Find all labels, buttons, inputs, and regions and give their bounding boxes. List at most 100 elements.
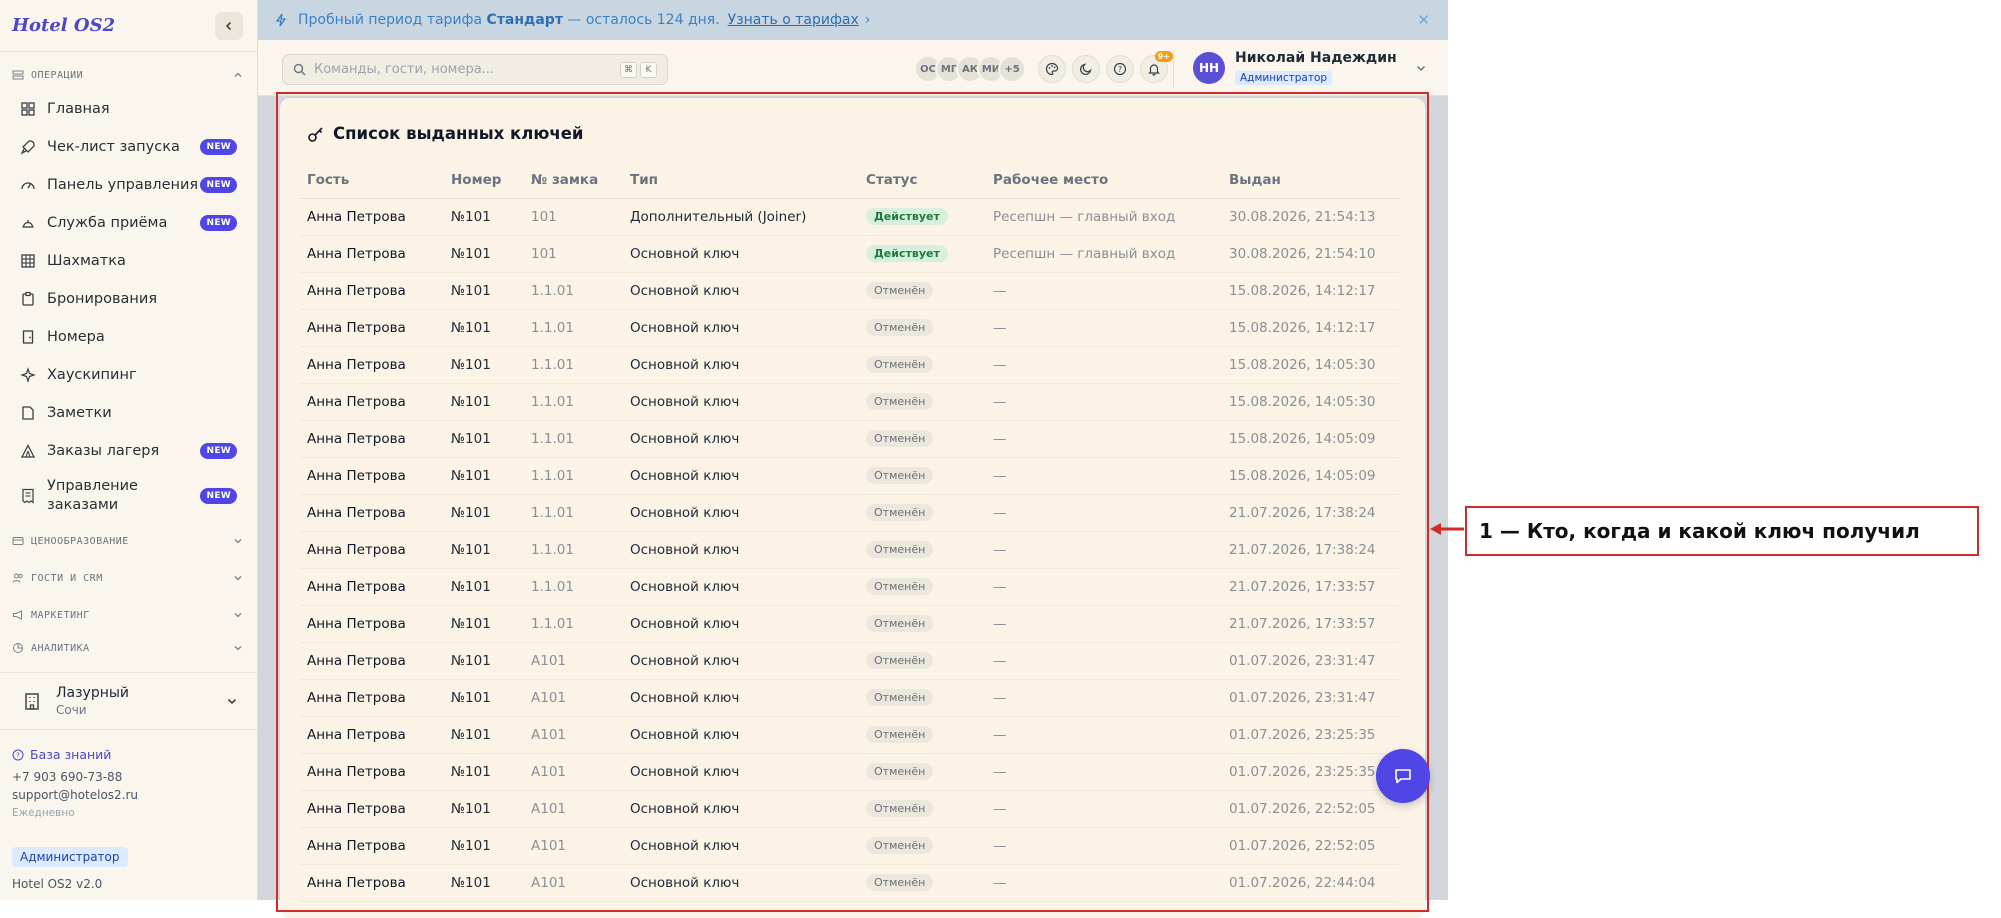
sidebar-item-launch-checklist[interactable]: Чек-лист запуска NEW [0,128,257,166]
chevron-down-icon [227,698,237,705]
users-icon [12,573,23,583]
sidebar-item-notes[interactable]: Заметки [0,394,257,432]
hotel-city: Сочи [56,703,87,717]
banner-plan: Стандарт [486,12,563,28]
rocket-icon [20,140,35,155]
sidebar-item-label: Чек-лист запуска [47,139,180,155]
kbd-cmd: ⌘ [620,62,637,78]
sidebar-item-label: Бронирования [47,291,158,307]
banner-suffix: — осталось 124 дня. [567,12,720,28]
chevron-down-icon [234,613,242,618]
annotation-callout: 1 — Кто, когда и какой ключ получил [1465,506,1979,556]
banner-prefix: Пробный период тарифа [298,12,483,28]
close-banner-button[interactable]: ✕ [1417,11,1430,29]
avatar: НН [1193,51,1225,84]
sidebar-item-rooms[interactable]: Номера [0,318,257,356]
section-guests-crm[interactable]: ГОСТИ И CRM [0,563,257,593]
theme-palette-button[interactable] [1038,55,1066,83]
new-badge: NEW [200,139,237,155]
divider [1173,50,1174,88]
gauge-icon [21,182,35,190]
highlight-frame [276,92,1429,912]
online-users: ОС МГ АК МИ +5 [914,55,1026,83]
sparkle-icon [20,367,36,383]
sidebar-item-front-desk[interactable]: Служба приёма NEW [0,204,257,242]
section-analytics[interactable]: АНАЛИТИКА [0,637,257,659]
new-badge: NEW [200,215,237,231]
more-users-count[interactable]: +5 [998,55,1026,83]
sidebar-item-label: Управление заказами [47,478,138,513]
section-label: ОПЕРАЦИИ [31,69,84,81]
notifications-count-badge: 9+ [1154,51,1173,62]
sidebar-item-control-panel[interactable]: Панель управления NEW [0,166,257,204]
section-label: АНАЛИТИКА [31,642,90,654]
chat-button[interactable] [1376,749,1430,803]
chevron-down-icon [1416,65,1425,71]
section-marketing[interactable]: МАРКЕТИНГ [0,600,257,630]
dashboard-icon [21,102,35,116]
support-hours: Ежедневно [12,807,75,819]
hotel-name: Лазурный [56,685,130,701]
tent-icon [20,444,36,458]
sidebar-item-label: Служба приёма [47,215,168,231]
new-badge: NEW [200,443,237,459]
collapse-sidebar-button[interactable] [215,11,243,40]
sidebar-item-bookings[interactable]: Бронирования [0,280,257,318]
support-email[interactable]: support@hotelos2.ru [12,786,138,804]
search-placeholder: Команды, гости, номера... [314,62,495,77]
svg-text:?: ? [16,752,20,760]
chevron-left-icon [225,21,232,30]
new-badge: NEW [200,488,237,504]
section-operations[interactable]: ОПЕРАЦИИ [0,60,257,90]
sidebar-item-order-management[interactable]: Управление заказами NEW [0,470,257,522]
kbd-k: K [640,62,657,78]
wallet-icon [12,537,24,545]
app-version: Hotel OS2 v2.0 [12,877,103,891]
notifications-button[interactable]: 9+ [1140,51,1173,83]
sidebar-item-label: Номера [47,329,105,345]
bell-icon [1148,64,1160,76]
user-menu[interactable]: НН Николай Надеждин Администратор [1193,50,1427,85]
section-label: ГОСТИ И CRM [31,572,103,584]
chevron-down-icon [234,646,242,651]
door-icon [22,330,34,344]
support-block: ? База знаний +7 903 690-73-88 support@h… [12,746,138,822]
help-button[interactable]: ? [1106,55,1134,83]
dark-mode-button[interactable] [1072,55,1100,83]
user-name: Николай Надеждин [1235,50,1397,66]
chevron-right-icon: › [864,12,871,28]
new-badge: NEW [200,177,237,193]
knowledge-base-link[interactable]: ? База знаний [12,746,138,764]
sidebar-item-camp-orders[interactable]: Заказы лагеря NEW [0,432,257,470]
section-label: ЦЕНООБРАЗОВАНИЕ [31,535,129,547]
sidebar-item-main[interactable]: Главная [0,90,257,128]
hotel-switcher[interactable]: Лазурный Сочи [0,672,258,730]
layers-icon [12,70,24,80]
chevron-down-icon [234,576,242,581]
section-label: МАРКЕТИНГ [31,609,90,621]
app-logo[interactable]: Hotel OS2 [12,15,115,36]
annotation-arrow [1430,523,1464,535]
help-circle-icon: ? [12,749,24,761]
section-pricing[interactable]: ЦЕНООБРАЗОВАНИЕ [0,526,257,556]
role-badge: Администратор [12,847,128,867]
lightning-icon [275,13,287,27]
bell-desk-icon [22,220,34,228]
brand-row: Hotel OS2 [0,0,257,52]
sidebar-item-label: Заказы лагеря [47,443,160,459]
sidebar-nav: Главная Чек-лист запуска NEW Панель управле… [0,90,257,522]
receipt-icon [22,488,34,504]
note-icon [22,406,34,420]
pricing-link[interactable]: Узнать о тарифах [728,12,859,28]
grid-icon [21,254,35,268]
chevron-up-icon [234,72,242,77]
moon-icon [1079,63,1092,76]
command-search[interactable]: Команды, гости, номера... ⌘ K [282,54,668,85]
support-phone[interactable]: +7 903 690-73-88 [12,768,138,786]
sidebar-item-housekeeping[interactable]: Хаускипинг [0,356,257,394]
sidebar-item-chessboard[interactable]: Шахматка [0,242,257,280]
megaphone-icon [13,610,22,620]
palette-icon [1045,62,1059,76]
chevron-down-icon [234,539,242,544]
sidebar: Hotel OS2 ОПЕРАЦИИ Главная Чек-лист запус… [0,0,258,900]
